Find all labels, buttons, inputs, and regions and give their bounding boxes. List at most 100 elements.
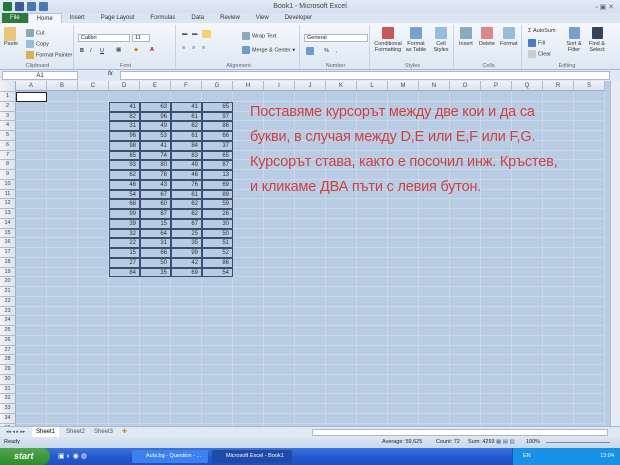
row-header[interactable]: 7	[0, 150, 16, 161]
cell[interactable]	[140, 287, 171, 297]
clear-button[interactable]: Clear	[528, 50, 551, 58]
cell[interactable]	[78, 296, 109, 307]
row-header[interactable]: 33	[0, 404, 16, 414]
cell[interactable]	[78, 238, 109, 248]
cell[interactable]	[512, 413, 543, 424]
comma-button[interactable]: ,	[336, 48, 338, 54]
view-buttons[interactable]: ▦ ▤ ▥	[496, 437, 515, 448]
row-header[interactable]: 23	[0, 306, 16, 317]
data-cell[interactable]: 82	[109, 111, 140, 122]
cell[interactable]	[574, 199, 605, 209]
cell[interactable]	[388, 199, 419, 209]
cell[interactable]	[481, 218, 512, 229]
cell[interactable]	[574, 365, 605, 375]
cell[interactable]	[326, 326, 357, 336]
cell[interactable]	[171, 345, 202, 356]
data-cell[interactable]: 26	[202, 209, 233, 219]
cell[interactable]	[140, 296, 171, 307]
cell[interactable]	[388, 345, 419, 356]
vertical-scrollbar[interactable]	[610, 81, 620, 426]
row-header[interactable]: 34	[0, 413, 16, 424]
cell[interactable]	[78, 394, 109, 404]
underline-button[interactable]: U	[100, 48, 104, 54]
cell[interactable]	[140, 277, 171, 287]
cell[interactable]	[295, 413, 326, 424]
cell[interactable]	[264, 228, 295, 239]
cell[interactable]	[295, 345, 326, 356]
cell[interactable]	[233, 218, 264, 229]
data-cell[interactable]: 66	[202, 131, 233, 141]
cell[interactable]	[543, 306, 574, 317]
cell[interactable]	[78, 287, 109, 297]
cell[interactable]	[388, 267, 419, 278]
cell[interactable]	[78, 101, 109, 112]
data-cell[interactable]: 54	[202, 267, 233, 278]
cell[interactable]	[388, 209, 419, 219]
cell[interactable]	[264, 257, 295, 268]
cell[interactable]	[450, 277, 481, 287]
data-cell[interactable]: 84	[109, 267, 140, 278]
cell[interactable]	[264, 199, 295, 209]
cell[interactable]	[326, 365, 357, 375]
cell[interactable]	[419, 374, 450, 385]
tab-data[interactable]: Data	[183, 13, 212, 23]
cell[interactable]	[574, 355, 605, 365]
cell[interactable]	[171, 296, 202, 307]
cell[interactable]	[574, 374, 605, 385]
cell[interactable]	[481, 296, 512, 307]
cell[interactable]	[574, 306, 605, 317]
insert-sheet-icon[interactable]: ✚	[118, 427, 131, 437]
cell[interactable]	[16, 335, 47, 346]
data-cell[interactable]: 62	[171, 121, 202, 131]
data-cell[interactable]: 15	[109, 248, 140, 258]
cell[interactable]	[47, 326, 78, 336]
cell[interactable]	[140, 374, 171, 385]
cell[interactable]	[543, 345, 574, 356]
cell[interactable]	[16, 228, 47, 239]
data-cell[interactable]: 51	[202, 238, 233, 248]
data-cell[interactable]: 98	[109, 140, 140, 151]
cell[interactable]	[512, 218, 543, 229]
cell[interactable]	[233, 394, 264, 404]
data-cell[interactable]: 65	[202, 101, 233, 112]
data-cell[interactable]: 68	[109, 199, 140, 209]
cell[interactable]	[171, 413, 202, 424]
data-cell[interactable]: 69	[202, 179, 233, 190]
tab-review[interactable]: Review	[212, 13, 248, 23]
cell[interactable]	[574, 296, 605, 307]
cell[interactable]	[47, 160, 78, 170]
cell[interactable]	[357, 316, 388, 326]
cell[interactable]	[47, 189, 78, 200]
cell[interactable]	[388, 374, 419, 385]
row-header[interactable]: 11	[0, 189, 16, 200]
row-header[interactable]: 31	[0, 384, 16, 395]
cell[interactable]	[109, 355, 140, 365]
cell[interactable]	[233, 267, 264, 278]
cell[interactable]	[78, 179, 109, 190]
cell[interactable]	[419, 394, 450, 404]
cell[interactable]	[47, 170, 78, 180]
column-header[interactable]: E	[140, 81, 171, 91]
data-cell[interactable]: 60	[140, 199, 171, 209]
cell[interactable]	[171, 374, 202, 385]
column-header[interactable]: N	[419, 81, 450, 91]
cell[interactable]	[419, 384, 450, 395]
data-cell[interactable]: 46	[109, 179, 140, 190]
font-size-select[interactable]: 11	[132, 34, 150, 42]
cell[interactable]	[481, 365, 512, 375]
cell[interactable]	[109, 306, 140, 317]
cell[interactable]	[16, 267, 47, 278]
cell[interactable]	[47, 365, 78, 375]
cell[interactable]	[264, 326, 295, 336]
cell[interactable]	[78, 92, 109, 102]
cell[interactable]	[47, 316, 78, 326]
row-header[interactable]: 25	[0, 326, 16, 336]
cut-button[interactable]: Cut	[26, 29, 45, 37]
cell[interactable]	[47, 257, 78, 268]
tab-home[interactable]: Home	[27, 13, 62, 23]
cell[interactable]	[264, 384, 295, 395]
cell[interactable]	[512, 238, 543, 248]
autosum-button[interactable]: Σ AutoSum	[528, 28, 556, 34]
cell[interactable]	[202, 365, 233, 375]
cell[interactable]	[16, 404, 47, 414]
